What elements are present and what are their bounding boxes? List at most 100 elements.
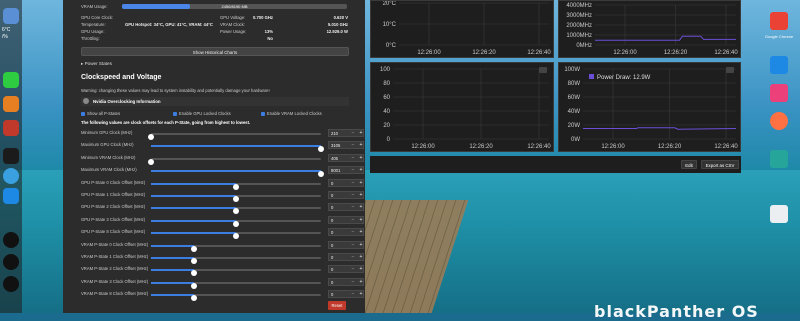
- decrement-button[interactable]: −: [349, 203, 357, 211]
- pen-icon-3[interactable]: [3, 276, 19, 292]
- slider-thumb[interactable]: [148, 158, 154, 165]
- show-historical-charts-button[interactable]: Show Historical Charts: [81, 47, 349, 56]
- increment-button[interactable]: +: [357, 241, 365, 249]
- app-icon[interactable]: [3, 120, 19, 136]
- enable-gpu-locked-clocks-checkbox[interactable]: Enable GPU Locked Clocks: [173, 111, 231, 116]
- slider-row: VRAM P-State 3 Clock Offset (MHz) 0− +: [81, 277, 364, 289]
- decrement-button[interactable]: −: [349, 290, 357, 298]
- decrement-button[interactable]: −: [349, 228, 357, 236]
- reset-button[interactable]: Reset: [328, 301, 346, 310]
- slider-track[interactable]: [151, 257, 321, 264]
- increment-button[interactable]: +: [357, 191, 365, 199]
- decrement-button[interactable]: −: [349, 141, 357, 149]
- slider-track[interactable]: [151, 269, 321, 277]
- decrement-button[interactable]: −: [349, 191, 357, 199]
- slider-track[interactable]: [151, 195, 321, 202]
- browser-icon[interactable]: [3, 188, 19, 204]
- power-usage-label: Power Usage:: [220, 29, 247, 34]
- decrement-button[interactable]: −: [349, 154, 357, 162]
- shield-icon[interactable]: [3, 72, 19, 88]
- slider-thumb[interactable]: [233, 233, 239, 240]
- app-desktop-icon[interactable]: [770, 56, 788, 74]
- slider-thumb[interactable]: [190, 245, 197, 252]
- chrome-desktop-icon[interactable]: [770, 12, 788, 30]
- slider-thumb[interactable]: [190, 282, 197, 289]
- power-chart: 100W 80W 60W 40W 20W 0W 12:26:00 12:26:20 12:26:…: [558, 62, 741, 152]
- slider-thumb[interactable]: [233, 220, 239, 227]
- slider-track[interactable]: [151, 232, 321, 240]
- clockspeed-title: Clockspeed and Voltage: [81, 74, 162, 81]
- slider-thumb[interactable]: [233, 183, 239, 190]
- eye-icon[interactable]: [3, 148, 19, 164]
- slider-fill: [151, 195, 236, 197]
- decrement-button[interactable]: −: [349, 129, 357, 137]
- slider-thumb[interactable]: [233, 208, 239, 215]
- y-tick-label: 40: [383, 109, 390, 115]
- slider-thumb[interactable]: [233, 196, 239, 202]
- increment-button[interactable]: +: [357, 129, 365, 137]
- slider-track[interactable]: [151, 294, 321, 302]
- slider-row: VRAM P-State 1 Clock Offset (MHz) 0− +: [81, 253, 364, 264]
- nvidia-oc-info-label: Nvidia Overclocking Information: [93, 99, 161, 104]
- slider-track[interactable]: [148, 157, 321, 165]
- weather-hum: /%: [2, 34, 8, 40]
- slider-track[interactable]: [151, 281, 321, 289]
- increment-button[interactable]: +: [357, 166, 365, 174]
- app-desktop-icon-2[interactable]: [770, 84, 788, 102]
- slider-track[interactable]: [151, 145, 324, 153]
- trash-icon[interactable]: [770, 205, 788, 223]
- edit-button[interactable]: Edit: [681, 160, 697, 169]
- pen-icon[interactable]: [3, 232, 19, 248]
- slider-thumb[interactable]: [190, 270, 197, 277]
- slider-thumb[interactable]: [190, 258, 197, 264]
- slider-track[interactable]: [151, 207, 321, 215]
- y-tick-label: 0W: [571, 137, 580, 143]
- increment-button[interactable]: +: [357, 203, 365, 211]
- increment-button[interactable]: +: [357, 228, 365, 236]
- slider-track[interactable]: [151, 170, 324, 178]
- slider-thumb[interactable]: [190, 295, 197, 302]
- decrement-button[interactable]: −: [349, 253, 357, 261]
- slider-label: GPU P-State 0 Clock Offset (MHz): [81, 179, 146, 185]
- export-csv-button[interactable]: Export as CSV: [701, 160, 739, 169]
- y-tick-label: 60: [383, 95, 390, 101]
- increment-button[interactable]: +: [357, 154, 365, 162]
- pen-icon-2[interactable]: [3, 254, 19, 270]
- slider-fill: [151, 182, 236, 185]
- slider-track[interactable]: [151, 219, 321, 227]
- x-tick-label: 12:26:00: [601, 144, 625, 150]
- app-desktop-icon-3[interactable]: [770, 150, 788, 168]
- increment-button[interactable]: +: [357, 290, 365, 298]
- decrement-button[interactable]: −: [349, 179, 357, 187]
- increment-button[interactable]: +: [357, 179, 365, 187]
- increment-button[interactable]: +: [357, 253, 365, 261]
- increment-button[interactable]: +: [357, 278, 365, 286]
- increment-button[interactable]: +: [357, 141, 365, 149]
- x-tick-label: 12:26:00: [417, 50, 441, 56]
- y-tick-label: 4000MHz: [566, 3, 592, 9]
- decrement-button[interactable]: −: [349, 241, 357, 249]
- slider-track[interactable]: [151, 244, 321, 252]
- weather-icon[interactable]: [3, 8, 19, 24]
- decrement-button[interactable]: −: [349, 166, 357, 174]
- slider-thumb[interactable]: [318, 171, 324, 178]
- increment-button[interactable]: +: [357, 216, 365, 224]
- show-all-pstates-checkbox[interactable]: Show all P-States: [81, 111, 120, 116]
- chart-menu-icon-2[interactable]: [726, 67, 734, 73]
- duckduckgo-desktop-icon[interactable]: [770, 112, 788, 130]
- slider-thumb[interactable]: [318, 146, 324, 153]
- power-states-toggle[interactable]: ▸ Power States: [81, 61, 112, 67]
- folder-icon[interactable]: [3, 96, 19, 112]
- slider-track[interactable]: [151, 182, 321, 190]
- slider-thumb[interactable]: [148, 134, 154, 140]
- nvidia-oc-info-row[interactable]: Nvidia Overclocking Information: [81, 97, 349, 106]
- chart-menu-icon[interactable]: [539, 67, 547, 73]
- decrement-button[interactable]: −: [349, 216, 357, 224]
- slider-track[interactable]: [148, 133, 321, 140]
- increment-button[interactable]: +: [357, 265, 365, 273]
- enable-vram-locked-clocks-checkbox[interactable]: Enable VRAM Locked Clocks: [261, 111, 322, 116]
- slider-label: VRAM P-State 2 Clock Offset (MHz): [81, 266, 149, 272]
- decrement-button[interactable]: −: [349, 265, 357, 273]
- decrement-button[interactable]: −: [349, 278, 357, 286]
- chrome-icon[interactable]: [3, 168, 19, 184]
